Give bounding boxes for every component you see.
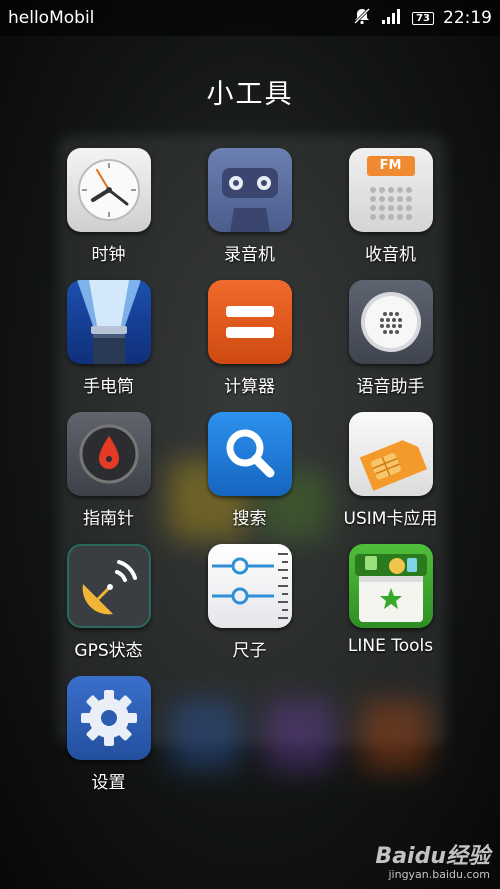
voice-assistant-icon xyxy=(348,280,433,364)
app-flashlight[interactable]: 手电筒 xyxy=(38,280,179,412)
app-label: 设置 xyxy=(91,773,126,793)
app-voice-assistant[interactable]: 语音助手 xyxy=(320,280,461,412)
line-tools-icon xyxy=(348,544,433,628)
clock-time: 22:19 xyxy=(443,8,492,28)
app-label: 语音助手 xyxy=(356,377,425,397)
clock-icon xyxy=(66,148,151,232)
app-label: 计算器 xyxy=(224,377,275,397)
app-label: 指南针 xyxy=(83,509,134,529)
app-gps-status[interactable]: GPS状态 xyxy=(38,544,179,676)
app-search[interactable]: 搜索 xyxy=(179,412,320,544)
app-label: USIM卡应用 xyxy=(343,509,438,529)
carrier-name: helloMobil xyxy=(8,8,95,28)
compass-icon xyxy=(66,412,151,496)
app-settings[interactable]: 设置 xyxy=(38,676,179,808)
app-grid: 时钟 录音机 FM 收音机 手电筒 计算器 语音助手 指南针 搜索 USIM卡应… xyxy=(38,148,462,808)
flashlight-icon xyxy=(66,280,151,364)
ruler-icon xyxy=(207,544,292,628)
gear-icon xyxy=(66,676,151,760)
app-radio[interactable]: FM 收音机 xyxy=(320,148,461,280)
search-icon xyxy=(207,412,292,496)
watermark-url: jingyan.baidu.com xyxy=(388,868,490,881)
app-label: 尺子 xyxy=(232,641,267,661)
app-ruler[interactable]: 尺子 xyxy=(179,544,320,676)
app-compass[interactable]: 指南针 xyxy=(38,412,179,544)
status-bar: helloMobil 73 22:19 xyxy=(0,0,500,36)
app-clock[interactable]: 时钟 xyxy=(38,148,179,280)
status-indicators: 73 22:19 xyxy=(352,6,492,31)
calculator-icon xyxy=(207,280,292,364)
watermark-main: Baidu经验 xyxy=(375,844,490,869)
app-label: 录音机 xyxy=(224,245,275,265)
app-label: 时钟 xyxy=(91,245,126,265)
watermark: Baidu经验 jingyan.baidu.com xyxy=(375,838,490,881)
folder-title[interactable]: 小工具 xyxy=(0,72,500,111)
app-label: LINE Tools xyxy=(347,636,434,656)
app-label: 收音机 xyxy=(365,245,416,265)
app-calculator[interactable]: 计算器 xyxy=(179,280,320,412)
muted-bell-icon xyxy=(352,6,372,31)
app-label: 手电筒 xyxy=(83,377,134,397)
gps-icon xyxy=(66,544,151,628)
app-label: GPS状态 xyxy=(74,641,143,661)
app-label: 搜索 xyxy=(232,509,267,529)
sim-card-icon xyxy=(348,412,433,496)
app-line-tools[interactable]: LINE Tools xyxy=(320,544,461,676)
signal-icon xyxy=(381,8,403,29)
app-usim[interactable]: USIM卡应用 xyxy=(320,412,461,544)
radio-icon: FM xyxy=(348,148,433,232)
battery-icon: 73 xyxy=(412,11,434,25)
app-recorder[interactable]: 录音机 xyxy=(179,148,320,280)
cassette-icon xyxy=(207,148,292,232)
